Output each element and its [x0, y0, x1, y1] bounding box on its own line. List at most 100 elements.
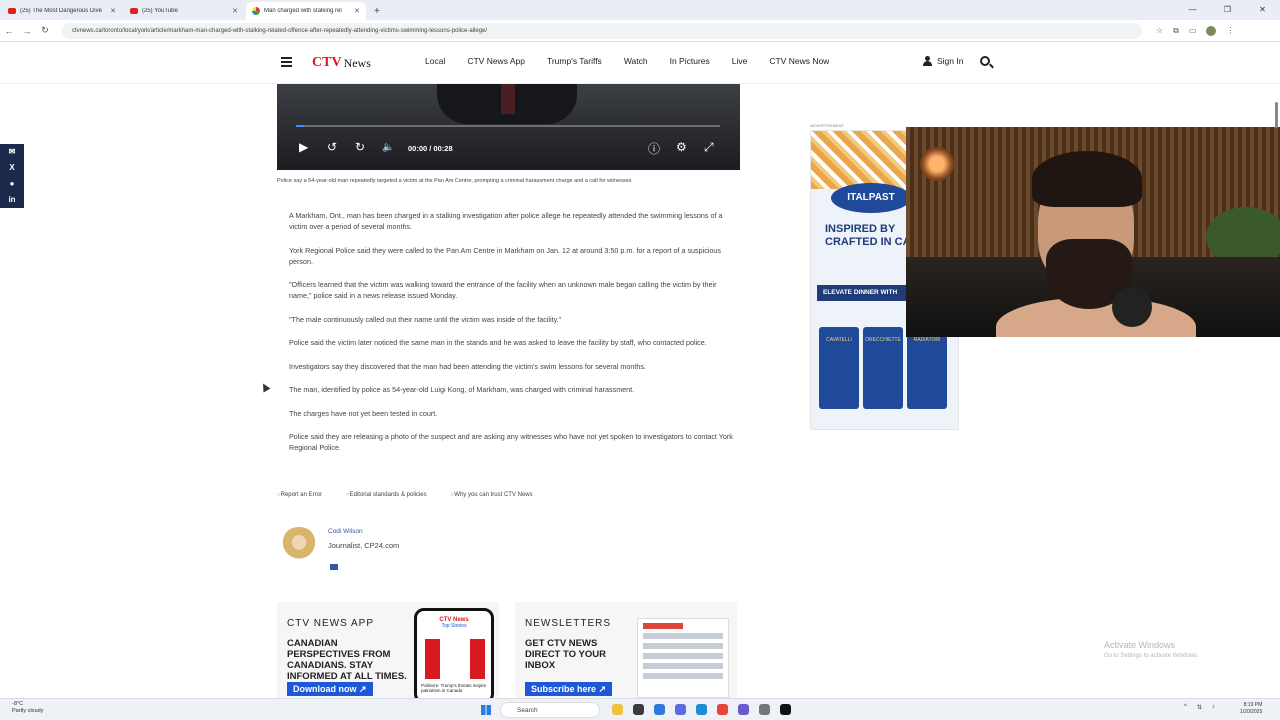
edge-icon[interactable] — [654, 704, 665, 715]
weather-temp: -8°C — [12, 701, 24, 707]
email-share-icon[interactable]: ✉ — [0, 144, 24, 160]
article-paragraph: Police said the victim later noticed the… — [289, 338, 707, 347]
rewind-10-icon[interactable]: ↺ — [327, 140, 337, 154]
tab-label: Man charged with stalking rel — [264, 8, 342, 14]
browser-tab-2[interactable]: (25) YouTube ✕ — [124, 2, 244, 20]
editorial-standards-link[interactable]: Editorial standards & policies — [346, 492, 427, 498]
mail-icon[interactable] — [330, 564, 338, 570]
report-error-link[interactable]: Report an Error — [277, 492, 322, 498]
browser-tab-1[interactable]: (25) The Most Dangerous Dive ✕ — [2, 2, 122, 20]
author-avatar[interactable] — [278, 527, 320, 571]
phone-caption: Poilievre: Trump's threats inspire patri… — [421, 683, 487, 693]
weather-widget[interactable]: -8°C Partly cloudy — [12, 701, 44, 715]
author-name[interactable]: Codi Wilson — [328, 528, 363, 535]
ctv-icon — [252, 7, 260, 15]
extensions-icon[interactable]: ⧉ — [1173, 26, 1179, 36]
windows-start-icon[interactable] — [481, 705, 491, 715]
promo-card-app: CTV NEWS APP CANADIAN PERSPECTIVES FROM … — [277, 602, 499, 698]
nav-item-watch[interactable]: Watch — [624, 56, 648, 66]
settings-icon[interactable] — [759, 704, 770, 715]
promo-body: CANADIAN PERSPECTIVES FROM CANADIANS. ST… — [287, 638, 407, 682]
info-icon[interactable]: ⓘ — [648, 140, 660, 157]
sign-in-button[interactable]: Sign In — [922, 56, 963, 66]
volume-icon[interactable]: 🔈 — [382, 142, 394, 153]
taskbar-search[interactable]: Search — [500, 702, 600, 718]
ad-brand: ITALPAST — [831, 183, 911, 213]
clock-date: 1/20/2025 — [1240, 709, 1263, 715]
video-frame-tie — [501, 84, 515, 114]
address-bar-row: ← → ↻ ctvnews.ca/toronto/local/york/arti… — [0, 20, 1280, 42]
terminal-icon[interactable] — [633, 704, 644, 715]
video-progress-bar[interactable] — [296, 125, 720, 127]
forward-10-icon[interactable]: ↻ — [355, 140, 365, 154]
hamburger-menu-icon[interactable] — [281, 57, 292, 67]
linkedin-share-icon[interactable]: in — [0, 192, 24, 208]
forward-icon[interactable]: → — [18, 26, 36, 36]
profile-avatar[interactable] — [1206, 25, 1217, 36]
ctv-news-logo[interactable]: CTV News — [312, 55, 371, 71]
store-icon[interactable] — [696, 704, 707, 715]
chrome-icon[interactable] — [717, 704, 728, 715]
main-nav: Local CTV News App Trump's Tariffs Watch… — [425, 56, 851, 66]
subscribe-here-button[interactable]: Subscribe here ↗ — [525, 682, 613, 696]
nav-item-live[interactable]: Live — [732, 56, 748, 66]
person-icon — [922, 56, 932, 66]
author-role: Journalist, CP24.com — [328, 541, 400, 550]
lamp-image — [920, 147, 954, 181]
ad-cta-button[interactable]: ELEVATE DINNER WITH — [817, 285, 917, 301]
url-field[interactable]: ctvnews.ca/toronto/local/york/article/ma… — [62, 22, 1142, 39]
nav-item-tariffs[interactable]: Trump's Tariffs — [547, 56, 602, 66]
newsletter-mockup — [637, 618, 729, 698]
ad-headline: INSPIRED BY CRAFTED IN CA — [825, 223, 911, 249]
minimize-icon[interactable]: — — [1175, 0, 1210, 20]
new-tab-button[interactable]: + — [374, 2, 380, 20]
site-header: CTV News Local CTV News App Trump's Tari… — [0, 42, 1280, 84]
menu-icon[interactable]: ⋮ — [1226, 26, 1234, 35]
activate-windows-subtext: Go to Settings to activate Windows. — [1104, 653, 1199, 659]
volume-tray-icon[interactable]: ♪ — [1212, 704, 1215, 711]
app-icon[interactable] — [738, 704, 749, 715]
reload-icon[interactable]: ↻ — [36, 25, 54, 36]
page-scrollbar[interactable] — [1275, 102, 1278, 128]
close-icon[interactable]: ✕ — [232, 7, 238, 15]
youtube-icon — [8, 8, 16, 14]
maximize-icon[interactable]: ❐ — [1210, 0, 1245, 20]
file-explorer-icon[interactable] — [612, 704, 623, 715]
browser-tab-3[interactable]: Man charged with stalking rel ✕ — [246, 2, 366, 20]
reddit-share-icon[interactable]: ● — [0, 176, 24, 192]
obs-icon[interactable] — [780, 704, 791, 715]
trust-link[interactable]: Why you can trust CTV News — [451, 492, 532, 498]
pasta-box: CAVATELLI — [819, 327, 859, 409]
search-icon[interactable] — [980, 56, 990, 66]
fullscreen-icon[interactable]: ⤢ — [704, 140, 714, 155]
article-paragraph: Investigators say they discovered that t… — [289, 361, 646, 371]
back-icon[interactable]: ← — [0, 26, 18, 36]
close-icon[interactable]: ✕ — [354, 7, 360, 15]
x-share-icon[interactable]: X — [0, 160, 24, 176]
taskbar-clock[interactable]: 8:19 PM 1/20/2025 — [1240, 702, 1262, 716]
article-paragraph: A Markham, Ont., man has been charged in… — [289, 211, 723, 231]
nav-item-app[interactable]: CTV News App — [467, 56, 525, 66]
settings-gear-icon[interactable]: ⚙ — [676, 140, 687, 154]
chevron-up-icon[interactable]: ^ — [1184, 704, 1187, 711]
close-icon[interactable]: ✕ — [110, 7, 116, 15]
nav-item-local[interactable]: Local — [425, 56, 445, 66]
play-icon[interactable]: ▶ — [299, 140, 308, 154]
nav-item-news-now[interactable]: CTV News Now — [769, 56, 829, 66]
close-window-icon[interactable]: ✕ — [1245, 0, 1280, 20]
video-caption: Police say a 54-year-old man repeatedly … — [277, 178, 633, 184]
taskbar-apps — [612, 704, 791, 715]
article-paragraph: The charges have not yet been tested in … — [289, 408, 438, 418]
video-player[interactable]: ▶ ↺ ↻ 🔈 00:00 / 00:28 ⓘ ⚙ ⤢ — [277, 84, 740, 170]
network-icon[interactable]: ⇅ — [1197, 704, 1202, 711]
star-icon[interactable]: ☆ — [1156, 26, 1163, 35]
tab-label: (25) The Most Dangerous Dive — [20, 8, 102, 14]
split-view-icon[interactable]: ▭ — [1189, 26, 1197, 35]
promo-card-newsletters: NEWSLETTERS GET CTV NEWS DIRECT TO YOUR … — [515, 602, 737, 698]
nav-item-pictures[interactable]: In Pictures — [670, 56, 710, 66]
pasta-box: ORECCHIETTE — [863, 327, 903, 409]
article-footer-links: Report an Error Editorial standards & po… — [277, 492, 533, 498]
discord-icon[interactable] — [675, 704, 686, 715]
download-now-button[interactable]: Download now ↗ — [287, 682, 373, 696]
youtube-icon — [130, 8, 138, 14]
